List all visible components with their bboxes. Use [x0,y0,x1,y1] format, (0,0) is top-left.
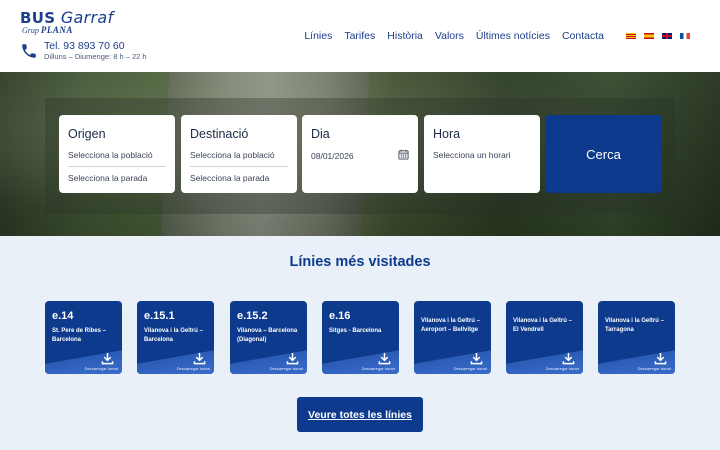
es-flag-icon[interactable] [644,33,654,39]
download-icon [654,352,667,365]
fr-flag-icon[interactable] [680,33,690,39]
download-label: Descarregar horari [545,366,579,371]
origin-town-select[interactable]: Selecciona la població [68,150,166,167]
phone-icon [22,44,36,58]
nav-item-tarifes[interactable]: Tarifes [344,30,375,42]
download-icon [470,352,483,365]
day-box: Dia 08/01/2026 [302,115,418,193]
view-all-lines-button[interactable]: Veure totes les línies [297,397,423,432]
download-label: Descarregar horari [637,366,671,371]
line-route: St. Pere de Ribes – Barcelona [52,328,107,343]
destination-town-select[interactable]: Selecciona la població [190,150,288,167]
line-route: Vilanova i la Geltrú – El Vendrell [513,318,572,333]
download-icon [193,352,206,365]
nav-item-contacta[interactable]: Contacta [562,30,604,42]
download-label: Descarregar horari [269,366,303,371]
destination-stop-select[interactable]: Selecciona la parada [190,173,288,183]
line-route: Sitges - Barcelona [329,328,382,334]
line-card[interactable]: e.16 Sitges - Barcelona Descarregar hora… [322,301,399,374]
time-select[interactable]: Selecciona un horari [433,150,531,160]
line-route: Vilanova i la Geltrú – Barcelona [144,328,203,343]
line-code: e.14 [52,310,74,322]
download-icon [378,352,391,365]
main-nav: Línies Tarifes Història Valors Últimes n… [304,30,690,42]
nav-item-linies[interactable]: Línies [304,30,332,42]
phone-number[interactable]: Tel. 93 893 70 60 [44,40,147,52]
logo-tagline-prefix: Grup [22,26,39,35]
time-title: Hora [433,127,461,141]
ca-flag-icon[interactable] [626,33,636,39]
line-card[interactable]: e.14 St. Pere de Ribes – Barcelona Desca… [45,301,122,374]
origin-title: Origen [68,127,106,141]
line-route: Vilanova – Barcelona (Diagonal) [237,328,298,343]
nav-item-noticies[interactable]: Últimes notícies [476,30,550,42]
site-header: BUS Garraf Grup PLANA Tel. 93 893 70 60 … [0,0,720,72]
line-route: Vilanova i la Geltrú – Tarragona [605,318,664,333]
search-button[interactable]: Cerca [545,115,662,193]
download-icon [101,352,114,365]
popular-lines-title: Línies més visitades [289,254,431,270]
calendar-icon[interactable] [398,149,409,160]
line-route: Vilanova i la Geltrú – Aeroport – Bellvi… [421,318,480,333]
date-input[interactable]: 08/01/2026 [311,151,409,161]
download-icon [562,352,575,365]
time-box: Hora Selecciona un horari [424,115,540,193]
day-title: Dia [311,127,330,141]
download-label: Descarregar horari [453,366,487,371]
origin-box: Origen Selecciona la població Selecciona… [59,115,175,193]
en-flag-icon[interactable] [662,33,672,39]
destination-title: Destinació [190,127,249,141]
opening-hours: Dilluns – Diumenge: 8 h – 22 h [44,52,147,61]
download-label: Descarregar horari [84,366,118,371]
download-label: Descarregar horari [176,366,210,371]
line-card[interactable]: Vilanova i la Geltrú – El Vendrell Desca… [506,301,583,374]
line-card[interactable]: e.15.2 Vilanova – Barcelona (Diagonal) D… [230,301,307,374]
nav-item-valors[interactable]: Valors [435,30,464,42]
download-icon [286,352,299,365]
line-card[interactable]: Vilanova i la Geltrú – Aeroport – Bellvi… [414,301,491,374]
line-code: e.16 [329,310,351,322]
nav-item-historia[interactable]: Història [387,30,423,42]
line-card[interactable]: e.15.1 Vilanova i la Geltrú – Barcelona … [137,301,214,374]
origin-stop-select[interactable]: Selecciona la parada [68,173,166,183]
logo-tagline-name: PLANA [40,25,73,35]
line-card[interactable]: Vilanova i la Geltrú – Tarragona Descarr… [598,301,675,374]
line-code: e.15.2 [237,310,268,322]
line-code: e.15.1 [144,310,175,322]
destination-box: Destinació Selecciona la població Selecc… [181,115,297,193]
contact-info: Tel. 93 893 70 60 Dilluns – Diumenge: 8 … [20,40,147,62]
download-label: Descarregar horari [361,366,395,371]
language-switcher [626,33,690,39]
bus-garraf-logo[interactable]: BUS Garraf Grup PLANA [20,8,113,35]
